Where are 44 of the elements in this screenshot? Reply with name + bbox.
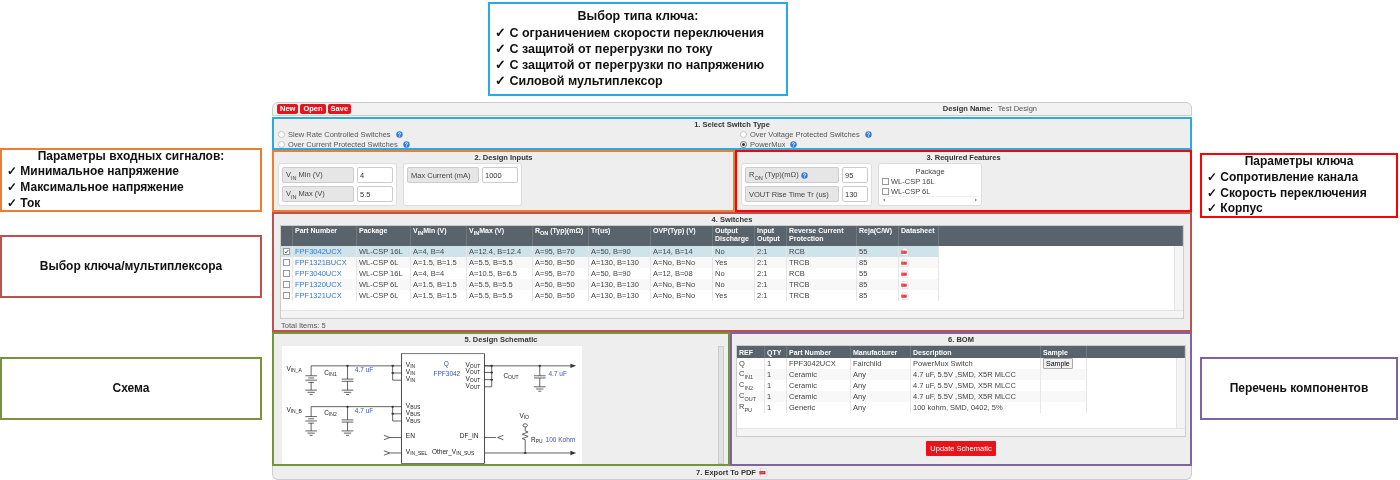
- pdf-file-icon: [901, 247, 909, 256]
- vertical-scrollbar[interactable]: [718, 346, 724, 465]
- pdf-file-icon: [901, 269, 909, 278]
- pdf-file-icon: [901, 291, 909, 300]
- callout-title: Схема: [111, 380, 151, 397]
- horizontal-scrollbar[interactable]: [882, 196, 978, 203]
- radio-button[interactable]: [740, 130, 747, 138]
- pdf-file-icon: [758, 468, 768, 478]
- pdf-file-icon: [901, 280, 909, 289]
- checklist-item: ✓ С защитой от перегрузки по току: [495, 40, 713, 58]
- help-icon: [800, 171, 808, 179]
- help-icon: [402, 140, 410, 148]
- radio-button[interactable]: [278, 130, 285, 138]
- checkbox[interactable]: [283, 259, 290, 267]
- checkbox[interactable]: [283, 248, 290, 256]
- radio-button[interactable]: [278, 140, 285, 148]
- checklist-item: ✓ Скорость переключения: [1207, 185, 1367, 202]
- checklist-item: ✓ С защитой от перегрузки по напряжению: [495, 57, 765, 74]
- callout-title: Выбор ключа/мультиплексора: [38, 258, 224, 275]
- checkbox[interactable]: [283, 281, 290, 289]
- checkbox[interactable]: [882, 188, 889, 196]
- callout-title: Параметры входных сигналов:: [36, 148, 226, 165]
- callout-title: Выбор типа ключа:: [576, 8, 700, 25]
- checkbox[interactable]: [283, 270, 290, 278]
- callout-title: Перечень компонентов: [1228, 380, 1370, 397]
- help-icon: [864, 130, 872, 138]
- checkbox[interactable]: [882, 178, 889, 186]
- checklist-item: ✓ Корпус: [1207, 201, 1263, 217]
- horizontal-scrollbar[interactable]: [737, 428, 1185, 437]
- help-icon: [395, 130, 403, 138]
- checklist-item: ✓ Сопротивление канала: [1207, 169, 1359, 186]
- checklist-item: ✓ Максимальное напряжение: [7, 180, 184, 196]
- vertical-scrollbar[interactable]: [1174, 246, 1183, 311]
- radio-button[interactable]: [740, 140, 747, 148]
- checkbox[interactable]: [283, 292, 290, 300]
- help-icon: [790, 140, 798, 148]
- vertical-scrollbar[interactable]: [1176, 358, 1185, 429]
- callout-title: Параметры ключа: [1243, 154, 1355, 170]
- checklist-item: ✓ С ограничением скорости переключения: [495, 24, 764, 41]
- pdf-file-icon: [901, 258, 909, 267]
- checklist-item: ✓ Минимальное напряжение: [7, 164, 179, 180]
- checklist-item: ✓ Ток: [7, 195, 41, 212]
- checklist-item: ✓ Силовой мультиплексор: [495, 73, 663, 90]
- horizontal-scrollbar[interactable]: [281, 310, 1183, 319]
